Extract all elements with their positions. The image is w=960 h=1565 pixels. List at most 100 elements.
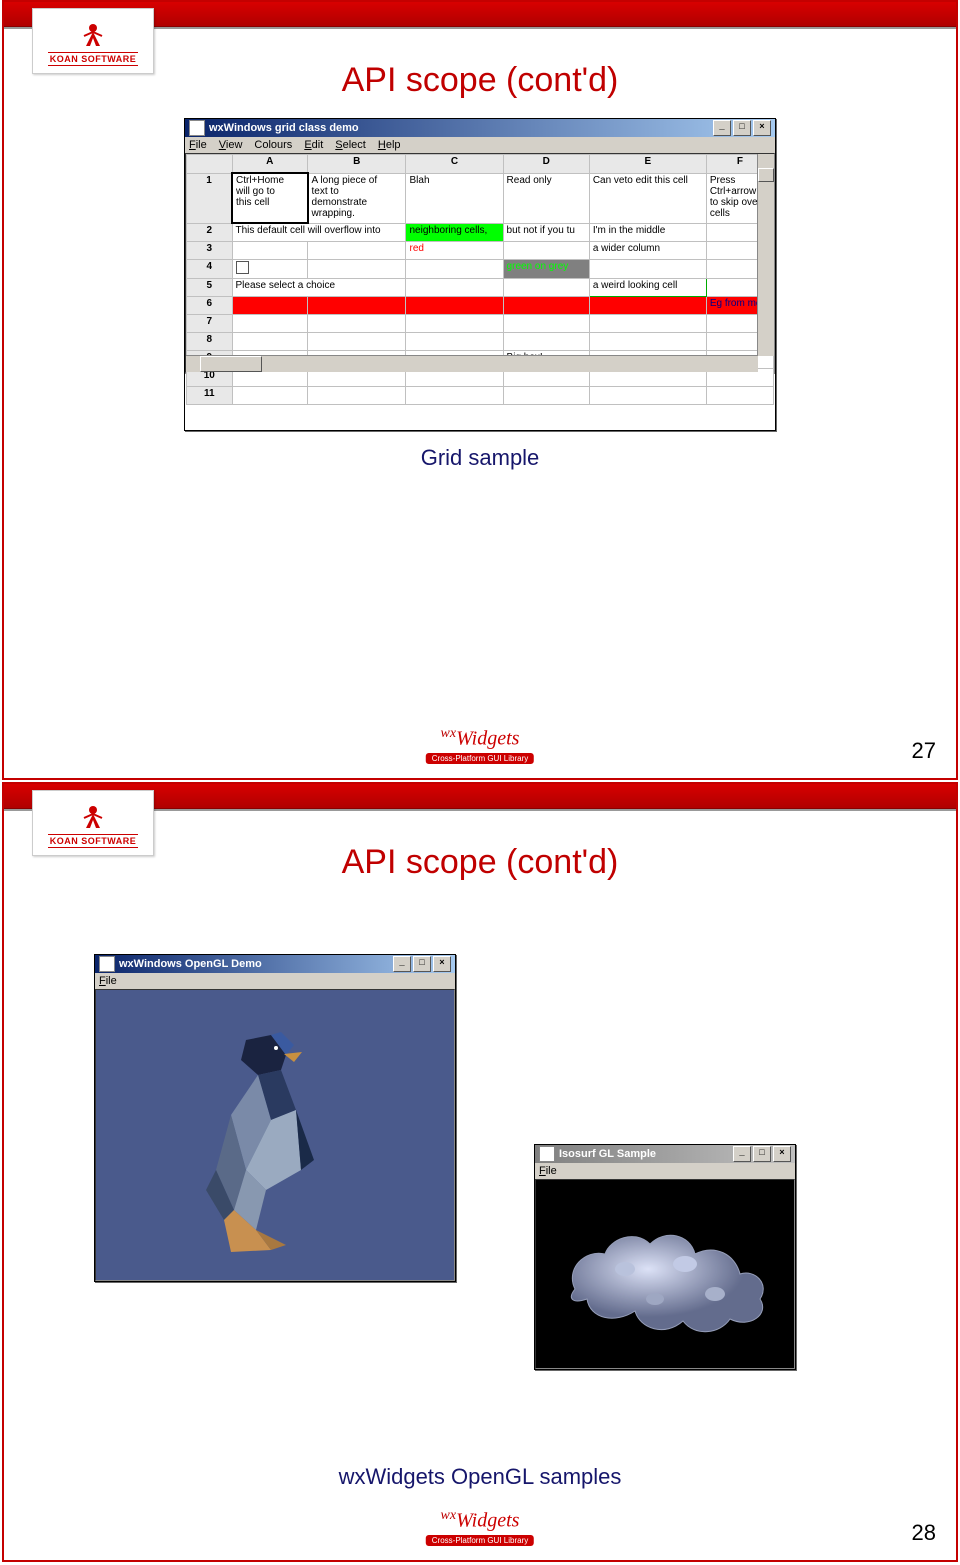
gl1-canvas[interactable]: [95, 989, 455, 1281]
slide-caption: wxWidgets OpenGL samples: [4, 1464, 956, 1490]
slide-28: KOAN SOFTWARE API scope (cont'd) wxWindo…: [2, 782, 958, 1562]
gl2-canvas[interactable]: [535, 1179, 795, 1369]
gl2-titlebar[interactable]: Isosurf GL Sample _ □ ×: [535, 1145, 795, 1163]
grid-cell[interactable]: [589, 297, 706, 315]
grid-cell[interactable]: Can veto edit this cell: [589, 173, 706, 223]
koan-icon: [76, 16, 110, 50]
maximize-button[interactable]: □: [753, 1146, 771, 1162]
gl2-menubar: File: [535, 1163, 795, 1179]
wxwidgets-footer: wxWidgets Cross-Platform GUI Library: [426, 726, 534, 764]
window-icon: [99, 956, 115, 972]
menu-file[interactable]: File: [99, 975, 117, 987]
menu-file[interactable]: File: [189, 139, 207, 151]
menu-select[interactable]: Select: [335, 139, 366, 151]
grid-cell[interactable]: [308, 297, 406, 315]
grid-cell[interactable]: red: [406, 242, 503, 260]
close-button[interactable]: ×: [773, 1146, 791, 1162]
gl1-menubar: File: [95, 973, 455, 989]
minimize-button[interactable]: _: [733, 1146, 751, 1162]
minimize-button[interactable]: _: [393, 956, 411, 972]
grid-cell[interactable]: a weird looking cell: [589, 279, 706, 297]
row-header[interactable]: 5: [187, 279, 233, 297]
window-icon: [189, 120, 205, 136]
wxwidgets-tagline: Cross-Platform GUI Library: [426, 753, 534, 764]
grid-cell[interactable]: [232, 260, 308, 279]
row-header[interactable]: 7: [187, 315, 233, 333]
menu-colours[interactable]: Colours: [254, 139, 292, 151]
maximize-button[interactable]: □: [413, 956, 431, 972]
col-header[interactable]: C: [406, 155, 503, 174]
isosurface-model: [555, 1199, 775, 1349]
col-header[interactable]: B: [308, 155, 406, 174]
grid-cell[interactable]: [503, 279, 589, 297]
slide-number: 27: [912, 738, 936, 764]
minimize-button[interactable]: _: [713, 120, 731, 136]
grid-cell[interactable]: Read only: [503, 173, 589, 223]
grid-window-title: wxWindows grid class demo: [209, 122, 359, 134]
grid-cell[interactable]: [232, 297, 308, 315]
grid-cell[interactable]: [406, 260, 503, 279]
koan-logo: KOAN SOFTWARE: [32, 790, 154, 856]
row-header[interactable]: 1: [187, 173, 233, 223]
grid-titlebar[interactable]: wxWindows grid class demo _ □ ×: [185, 119, 775, 137]
close-button[interactable]: ×: [753, 120, 771, 136]
grid-cell[interactable]: a wider column: [589, 242, 706, 260]
slide-number: 28: [912, 1520, 936, 1546]
vertical-scrollbar[interactable]: [757, 154, 774, 356]
wxwidgets-tagline: Cross-Platform GUI Library: [426, 1535, 534, 1546]
koan-logo-text: KOAN SOFTWARE: [48, 52, 139, 66]
grid-cell[interactable]: [589, 260, 706, 279]
menu-file[interactable]: File: [539, 1165, 557, 1177]
gl2-window-title: Isosurf GL Sample: [559, 1148, 656, 1160]
grid-cell[interactable]: [232, 242, 308, 260]
row-header[interactable]: 4: [187, 260, 233, 279]
koan-icon: [76, 798, 110, 832]
col-header[interactable]: E: [589, 155, 706, 174]
opengl-isosurf-window: Isosurf GL Sample _ □ × File: [534, 1144, 796, 1370]
grid-cell[interactable]: [406, 297, 503, 315]
grid-cell[interactable]: This default cell will overflow into: [232, 223, 406, 242]
grid-area: A B C D E F 1 Ctrl+Home will go to this …: [185, 153, 775, 373]
horizontal-scrollbar[interactable]: [186, 355, 758, 372]
grid-cell[interactable]: [308, 260, 406, 279]
row-header[interactable]: 11: [187, 387, 233, 405]
grid-cell[interactable]: I'm in the middle: [589, 223, 706, 242]
opengl-penguin-window: wxWindows OpenGL Demo _ □ × File: [94, 954, 456, 1282]
grid-cell[interactable]: Ctrl+Home will go to this cell: [232, 173, 308, 223]
menu-help[interactable]: Help: [378, 139, 401, 151]
grid-cell[interactable]: neighboring cells,: [406, 223, 503, 242]
grid-cell[interactable]: [503, 297, 589, 315]
penguin-model: [176, 1020, 336, 1260]
grid-cell[interactable]: green on grey: [503, 260, 589, 279]
slide-caption: Grid sample: [4, 445, 956, 471]
grid-cell[interactable]: but not if you tu: [503, 223, 589, 242]
menu-edit[interactable]: Edit: [304, 139, 323, 151]
row-header[interactable]: 3: [187, 242, 233, 260]
wxwidgets-footer: wxWidgets Cross-Platform GUI Library: [426, 1508, 534, 1546]
row-header[interactable]: 2: [187, 223, 233, 242]
wxwidgets-logo: wxWidgets: [441, 1508, 520, 1533]
wxwidgets-logo: wxWidgets: [441, 726, 520, 751]
grid-cell[interactable]: [406, 279, 503, 297]
grid-cell[interactable]: [503, 242, 589, 260]
corner-header[interactable]: [187, 155, 233, 174]
menu-view[interactable]: View: [219, 139, 243, 151]
gl1-titlebar[interactable]: wxWindows OpenGL Demo _ □ ×: [95, 955, 455, 973]
row-header[interactable]: 6: [187, 297, 233, 315]
grid-cell[interactable]: Blah: [406, 173, 503, 223]
window-icon: [539, 1146, 555, 1162]
grid-menubar: File View Colours Edit Select Help: [185, 137, 775, 153]
slide-27: KOAN SOFTWARE API scope (cont'd) wxWindo…: [2, 0, 958, 780]
col-header[interactable]: D: [503, 155, 589, 174]
maximize-button[interactable]: □: [733, 120, 751, 136]
koan-logo: KOAN SOFTWARE: [32, 8, 154, 74]
grid-demo-window: wxWindows grid class demo _ □ × File Vie…: [184, 118, 776, 431]
col-header[interactable]: A: [232, 155, 308, 174]
grid-cell[interactable]: Please select a choice: [232, 279, 406, 297]
gl1-window-title: wxWindows OpenGL Demo: [119, 958, 262, 970]
grid-cell[interactable]: A long piece of text to demonstrate wrap…: [308, 173, 406, 223]
grid-cell[interactable]: [308, 242, 406, 260]
koan-logo-text: KOAN SOFTWARE: [48, 834, 139, 848]
close-button[interactable]: ×: [433, 956, 451, 972]
row-header[interactable]: 8: [187, 333, 233, 351]
